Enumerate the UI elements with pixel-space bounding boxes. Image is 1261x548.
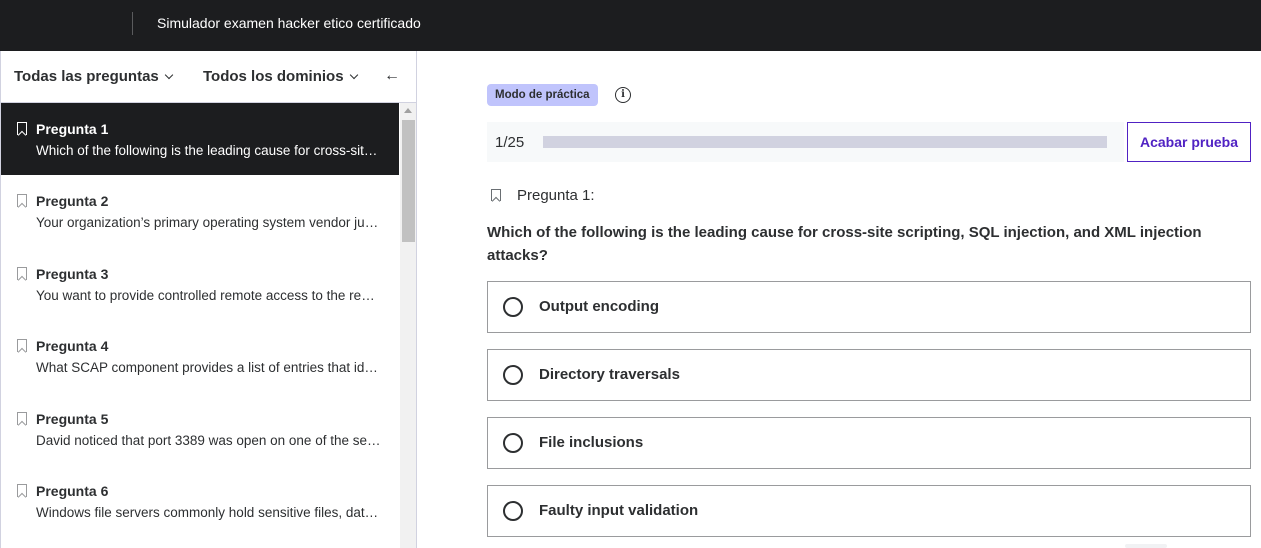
- question-item-title: Pregunta 2: [36, 193, 109, 209]
- question-text: Which of the following is the leading ca…: [487, 224, 1202, 264]
- question-item-title: Pregunta 6: [36, 483, 109, 499]
- answer-option-1[interactable]: Output encoding: [487, 281, 1251, 333]
- bookmark-icon[interactable]: [17, 267, 27, 280]
- question-item-summary: Your organization’s primary operating sy…: [36, 215, 381, 230]
- bookmark-icon[interactable]: [17, 194, 27, 207]
- question-list-item-6[interactable]: Pregunta 6 Windows file servers commonly…: [1, 465, 399, 537]
- question-item-title: Pregunta 4: [36, 338, 109, 354]
- question-list-item-5[interactable]: Pregunta 5 David noticed that port 3389 …: [1, 393, 399, 465]
- radio-button[interactable]: [503, 297, 523, 317]
- course-title: Simulador examen hacker etico certificad…: [157, 15, 421, 31]
- question-item-title: Pregunta 3: [36, 266, 109, 282]
- radio-button[interactable]: [503, 433, 523, 453]
- bookmark-icon[interactable]: [17, 122, 27, 135]
- sidebar-scrollbar[interactable]: [400, 103, 416, 548]
- question-panel: Modo de práctica i 1/25 Acabar prueba Pr…: [417, 51, 1261, 548]
- filter-questions-label: Todas las preguntas: [14, 68, 159, 85]
- question-item-summary: David noticed that port 3389 was open on…: [36, 433, 381, 448]
- question-list-item-3[interactable]: Pregunta 3 You want to provide controlle…: [1, 248, 399, 320]
- answer-option-label: Directory traversals: [539, 366, 680, 383]
- chevron-down-icon: [164, 70, 174, 80]
- filter-questions-dropdown[interactable]: Todas las preguntas: [14, 68, 174, 85]
- arrow-left-icon[interactable]: ←: [384, 67, 400, 85]
- question-item-summary: Which of the following is the leading ca…: [36, 143, 381, 158]
- question-list-item-1[interactable]: Pregunta 1 Which of the following is the…: [1, 103, 399, 175]
- question-list: Pregunta 1 Which of the following is the…: [1, 103, 400, 548]
- answer-option-4[interactable]: Faulty input validation: [487, 485, 1251, 537]
- bookmark-icon[interactable]: [17, 484, 27, 497]
- chevron-down-icon: [349, 70, 358, 80]
- answer-option-label: File inclusions: [539, 434, 644, 451]
- radio-button[interactable]: [503, 501, 523, 521]
- bookmark-icon[interactable]: [17, 412, 27, 425]
- answer-option-label: Faulty input validation: [539, 502, 699, 519]
- question-item-summary: You want to provide controlled remote ac…: [36, 288, 381, 303]
- header-divider: [132, 12, 133, 35]
- question-item-title: Pregunta 5: [36, 411, 109, 427]
- question-item-summary: What SCAP component provides a list of e…: [36, 360, 381, 375]
- top-bar: Simulador examen hacker etico certificad…: [0, 0, 1261, 51]
- bookmark-icon[interactable]: [17, 339, 27, 352]
- filter-domains-label: Todos los dominios: [203, 68, 344, 85]
- bookmark-icon[interactable]: [491, 189, 501, 201]
- sidebar-filters: Todas las preguntas Todos los dominios ←: [1, 51, 416, 103]
- question-item-summary: Windows file servers commonly hold sensi…: [36, 505, 381, 520]
- scroll-up-arrow-icon[interactable]: [404, 108, 412, 113]
- question-counter: 1/25: [495, 134, 525, 151]
- filter-domains-dropdown[interactable]: Todos los dominios: [203, 68, 358, 85]
- question-item-title: Pregunta 1: [36, 121, 109, 137]
- question-label: Pregunta 1:: [517, 187, 595, 204]
- bottom-element: [1125, 544, 1167, 548]
- answer-option-label: Output encoding: [539, 298, 659, 315]
- question-sidebar: Todas las preguntas Todos los dominios ←…: [0, 51, 417, 548]
- progress-bar: [543, 136, 1107, 148]
- finish-test-button[interactable]: Acabar prueba: [1127, 122, 1251, 162]
- answer-option-2[interactable]: Directory traversals: [487, 349, 1251, 401]
- question-list-item-2[interactable]: Pregunta 2 Your organization’s primary o…: [1, 175, 399, 247]
- scrollbar-thumb[interactable]: [402, 120, 415, 242]
- practice-mode-badge: Modo de práctica: [487, 84, 598, 106]
- radio-button[interactable]: [503, 365, 523, 385]
- progress-row: 1/25: [487, 122, 1124, 162]
- question-list-item-4[interactable]: Pregunta 4 What SCAP component provides …: [1, 320, 399, 392]
- info-icon[interactable]: i: [615, 87, 631, 103]
- answer-option-3[interactable]: File inclusions: [487, 417, 1251, 469]
